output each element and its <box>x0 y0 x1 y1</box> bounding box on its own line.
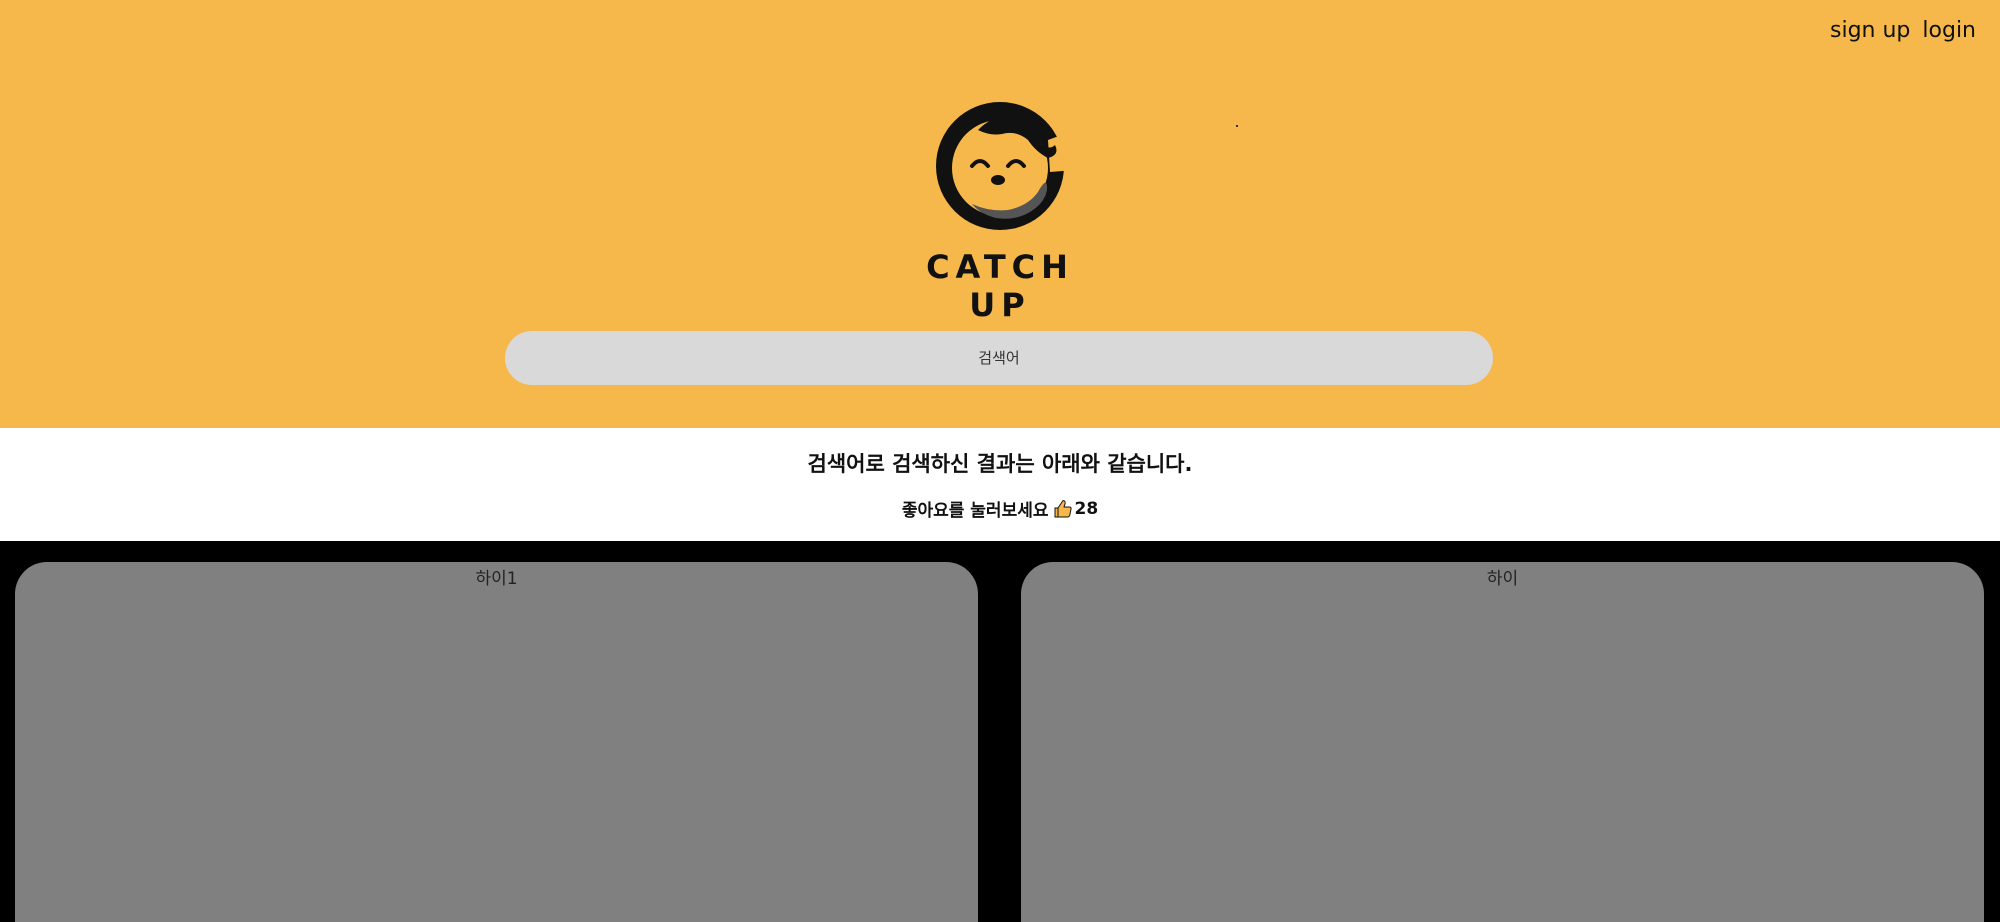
like-prompt: 좋아요를 눌러보세요 <box>901 501 1049 521</box>
result-heading: 검색어로 검색하신 결과는 아래와 같습니다. <box>807 452 1193 476</box>
like-count: 28 <box>1074 498 1099 519</box>
stray-dot <box>1236 125 1238 127</box>
card-title: 하이 <box>1486 569 1519 589</box>
like-row: 좋아요를 눌러보세요 28 <box>0 496 2000 522</box>
card-title: 하이1 <box>475 569 518 589</box>
auth-links: sign up login <box>1830 18 1976 43</box>
smiling-face-c-logo-icon <box>936 102 1075 230</box>
thumbs-up-icon <box>1054 499 1072 517</box>
header: sign up login CATCH UP <box>0 0 2000 428</box>
like-button[interactable]: 28 <box>1053 498 1099 519</box>
search-input[interactable] <box>505 331 1493 385</box>
cards-area: 하이1 하이 <box>0 541 2000 922</box>
logo-text: CATCH UP <box>926 248 1074 324</box>
result-card[interactable]: 하이 <box>1021 562 1984 922</box>
logo[interactable]: CATCH UP <box>900 100 1100 324</box>
result-card[interactable]: 하이1 <box>15 562 978 922</box>
result-band: 검색어로 검색하신 결과는 아래와 같습니다. 좋아요를 눌러보세요 28 <box>0 428 2000 541</box>
login-link[interactable]: login <box>1922 18 1976 43</box>
signup-link[interactable]: sign up <box>1830 18 1910 43</box>
